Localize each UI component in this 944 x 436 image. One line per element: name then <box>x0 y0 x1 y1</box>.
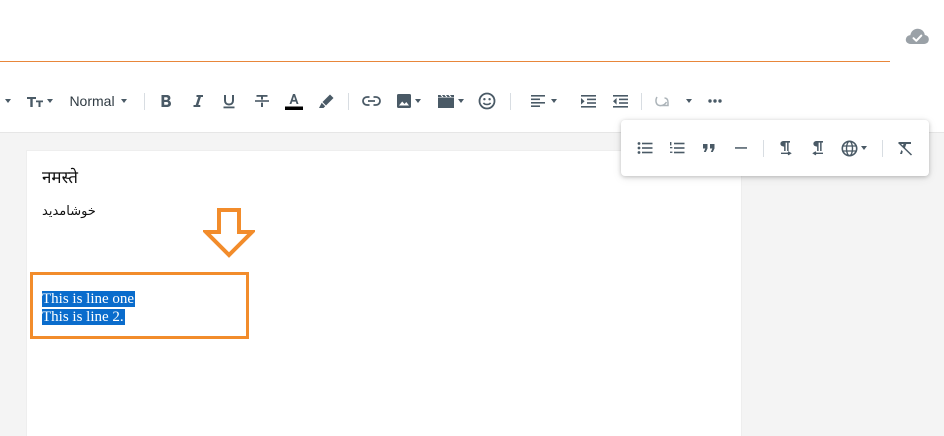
indent-button[interactable] <box>578 84 598 118</box>
clear-format-icon <box>897 141 913 156</box>
document-title-input[interactable] <box>0 22 890 62</box>
heading-dropdown[interactable] <box>0 84 12 118</box>
insert-image-button[interactable] <box>393 84 423 118</box>
toolbar-divider <box>510 93 511 110</box>
font-size-icon <box>26 97 43 107</box>
toolbar-divider <box>641 93 642 110</box>
italic-button[interactable] <box>189 84 207 118</box>
cloud-check-icon <box>905 28 929 44</box>
font-size-dropdown[interactable] <box>24 84 54 118</box>
paragraph-format-dropdown[interactable]: Normal <box>66 84 130 118</box>
editor-toolbar: Normal <box>0 84 944 118</box>
paragraph-hindi[interactable]: नमस्ते <box>42 165 78 188</box>
language-icon <box>841 140 858 156</box>
chevron-down-icon <box>414 99 421 103</box>
underline-icon <box>223 94 235 108</box>
bullet-list-icon <box>637 142 653 154</box>
toolbar-divider <box>144 93 145 110</box>
outdent-icon <box>612 94 628 108</box>
rtl-icon <box>812 141 823 156</box>
strikethrough-button[interactable] <box>253 84 271 118</box>
strikethrough-icon <box>255 95 269 107</box>
language-dropdown[interactable] <box>839 131 869 165</box>
numbered-list-button[interactable] <box>667 131 687 165</box>
annotation-highlight-box <box>30 272 249 339</box>
chevron-down-icon <box>4 99 11 103</box>
paragraph-urdu[interactable]: خوشامدید <box>42 204 96 219</box>
link-icon <box>361 96 381 106</box>
bold-icon <box>161 95 171 107</box>
video-icon <box>437 94 454 108</box>
more-icon <box>708 99 722 103</box>
align-left-icon <box>530 95 545 107</box>
ltr-icon <box>780 141 792 156</box>
underline-button[interactable] <box>220 84 238 118</box>
highlight-button[interactable] <box>315 84 337 118</box>
italic-icon <box>193 95 203 107</box>
title-bar <box>0 0 944 66</box>
bold-button[interactable] <box>157 84 175 118</box>
special-characters-button[interactable] <box>652 84 672 118</box>
chevron-down-icon <box>46 99 53 103</box>
more-options-button[interactable] <box>705 84 725 118</box>
horizontal-rule-icon <box>735 147 747 149</box>
chevron-down-icon <box>550 99 557 103</box>
insert-emoji-button[interactable] <box>476 84 498 118</box>
numbered-list-icon <box>670 142 685 154</box>
toolbar-divider <box>348 93 349 110</box>
special-char-icon <box>654 96 669 107</box>
paragraph-format-label: Normal <box>69 93 115 109</box>
chevron-down-icon <box>120 99 127 103</box>
quote-button[interactable] <box>699 131 719 165</box>
chevron-down-icon <box>686 99 692 103</box>
popup-divider <box>882 140 883 157</box>
image-icon <box>396 94 411 108</box>
text-color-button[interactable] <box>283 84 305 118</box>
insert-link-button[interactable] <box>360 84 382 118</box>
chevron-down-icon <box>457 99 464 103</box>
emoji-icon <box>478 92 496 110</box>
special-characters-dropdown[interactable] <box>684 84 694 118</box>
indent-icon <box>580 94 596 108</box>
highlight-icon <box>319 94 334 108</box>
text-color-icon <box>285 94 303 110</box>
outdent-button[interactable] <box>610 84 630 118</box>
chevron-down-icon <box>861 146 867 150</box>
ltr-direction-button[interactable] <box>776 131 796 165</box>
horizontal-rule-button[interactable] <box>731 131 751 165</box>
clear-formatting-button[interactable] <box>895 131 915 165</box>
annotation-down-arrow-icon <box>203 208 255 258</box>
bullet-list-button[interactable] <box>635 131 655 165</box>
insert-video-button[interactable] <box>435 84 465 118</box>
align-dropdown[interactable] <box>526 84 560 118</box>
rtl-direction-button[interactable] <box>808 131 828 165</box>
quote-icon <box>703 144 715 152</box>
more-options-popup <box>621 120 929 176</box>
popup-divider <box>763 140 764 157</box>
